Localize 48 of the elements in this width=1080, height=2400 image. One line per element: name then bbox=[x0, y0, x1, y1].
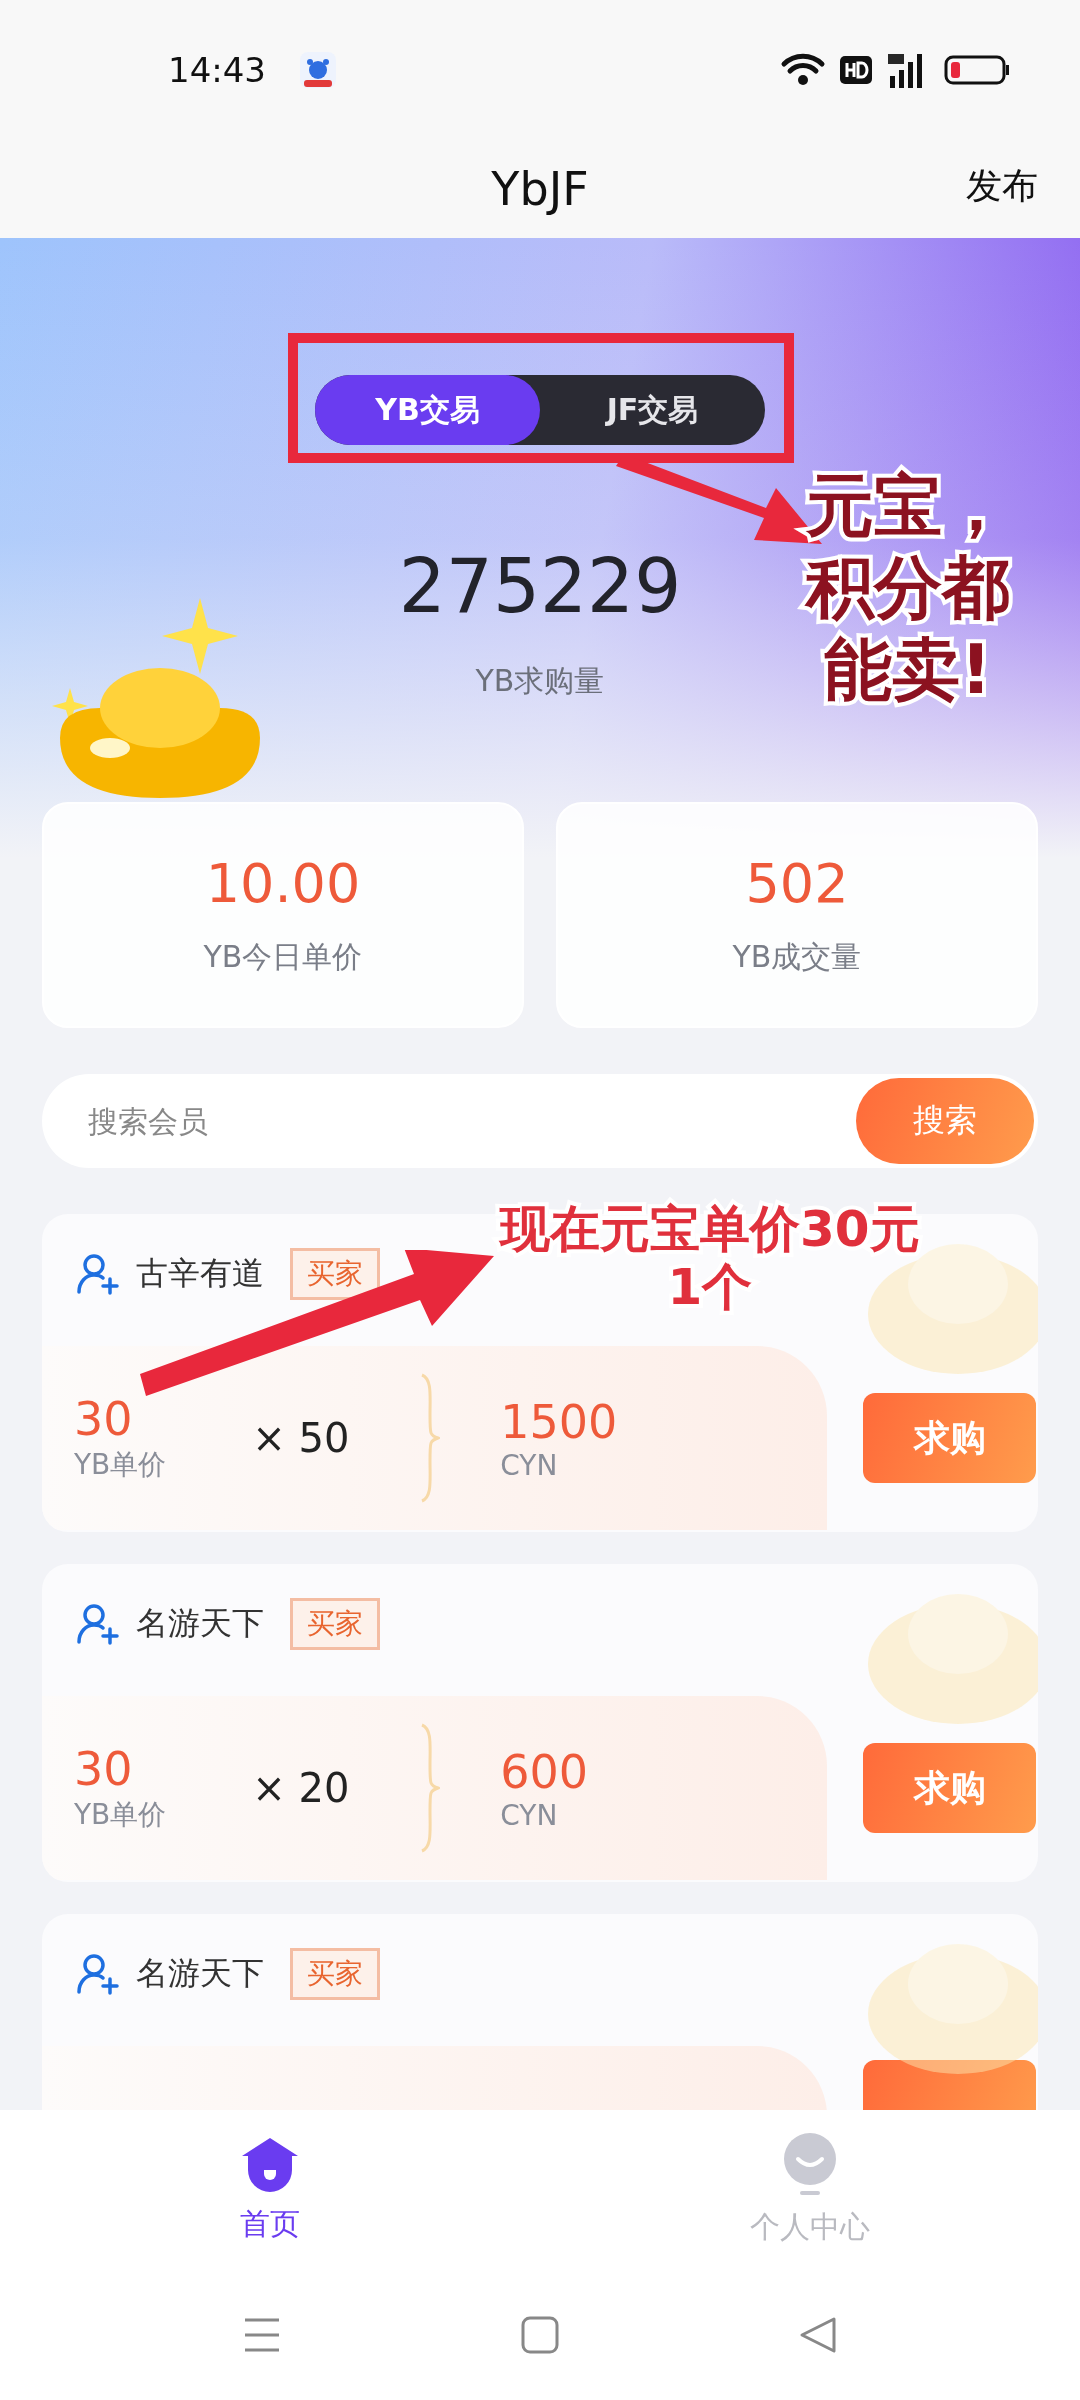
home-icon bbox=[240, 2135, 300, 2194]
status-time: 14:43 bbox=[168, 50, 266, 90]
brace-icon bbox=[420, 1723, 441, 1853]
add-user-icon bbox=[76, 1952, 120, 1996]
demand-label: YB求购量 bbox=[475, 662, 605, 700]
member-name: 名游天下 bbox=[136, 1953, 264, 1994]
buyer-tag: 买家 bbox=[290, 1948, 380, 2000]
paw-app-icon bbox=[298, 50, 338, 90]
buy-button[interactable]: 求购 bbox=[863, 1743, 1036, 1833]
stat-value: 502 bbox=[745, 852, 849, 915]
member-name: 名游天下 bbox=[136, 1603, 264, 1644]
search-field[interactable]: 搜索会员 搜索 bbox=[42, 1074, 1038, 1168]
unit-price: 30 bbox=[74, 1742, 134, 1796]
quantity: × 20 bbox=[252, 1765, 351, 1811]
stat-label: YB今日单价 bbox=[203, 938, 363, 976]
unit-price: 30 bbox=[74, 1392, 134, 1446]
stat-value: 10.00 bbox=[205, 852, 361, 915]
currency-label: CYN bbox=[500, 1448, 559, 1482]
back-icon[interactable] bbox=[799, 2316, 837, 2354]
smiley-icon bbox=[782, 2132, 838, 2197]
price-label: YB单价 bbox=[74, 1447, 167, 1483]
brace-icon bbox=[420, 1373, 441, 1503]
quantity: × 50 bbox=[252, 1415, 351, 1461]
nav-tab[interactable]: 个人中心 bbox=[540, 2110, 1080, 2270]
battery-icon bbox=[944, 55, 1010, 85]
wifi-icon bbox=[780, 52, 826, 88]
trade-tab[interactable]: YB交易 bbox=[315, 375, 540, 445]
nav-tab[interactable]: 首页 bbox=[0, 2110, 540, 2270]
menu-icon[interactable] bbox=[243, 2317, 281, 2353]
home-square-icon[interactable] bbox=[521, 2316, 559, 2354]
search-button[interactable]: 搜索 bbox=[856, 1078, 1034, 1164]
buyer-tag: 买家 bbox=[290, 1248, 380, 1300]
currency-label: CYN bbox=[500, 1798, 559, 1832]
buyer-tag: 买家 bbox=[290, 1598, 380, 1650]
total-amount: 600 bbox=[500, 1744, 589, 1799]
publish-link[interactable]: 发布 bbox=[966, 162, 1038, 211]
member-name: 古辛有道 bbox=[136, 1253, 264, 1294]
demand-total: 275229 bbox=[398, 542, 682, 631]
total-amount: 1500 bbox=[500, 1394, 618, 1449]
hd-icon bbox=[840, 56, 872, 84]
buy-button[interactable]: 求购 bbox=[863, 1393, 1036, 1483]
trade-tab[interactable]: JF交易 bbox=[540, 375, 765, 445]
app-title: YbJF bbox=[491, 162, 589, 216]
stat-label: YB成交量 bbox=[732, 938, 862, 976]
annotation-text: 现在元宝单价30元 1个 bbox=[500, 1200, 920, 1316]
add-user-icon bbox=[76, 1252, 120, 1296]
add-user-icon bbox=[76, 1602, 120, 1646]
price-label: YB单价 bbox=[74, 1797, 167, 1833]
